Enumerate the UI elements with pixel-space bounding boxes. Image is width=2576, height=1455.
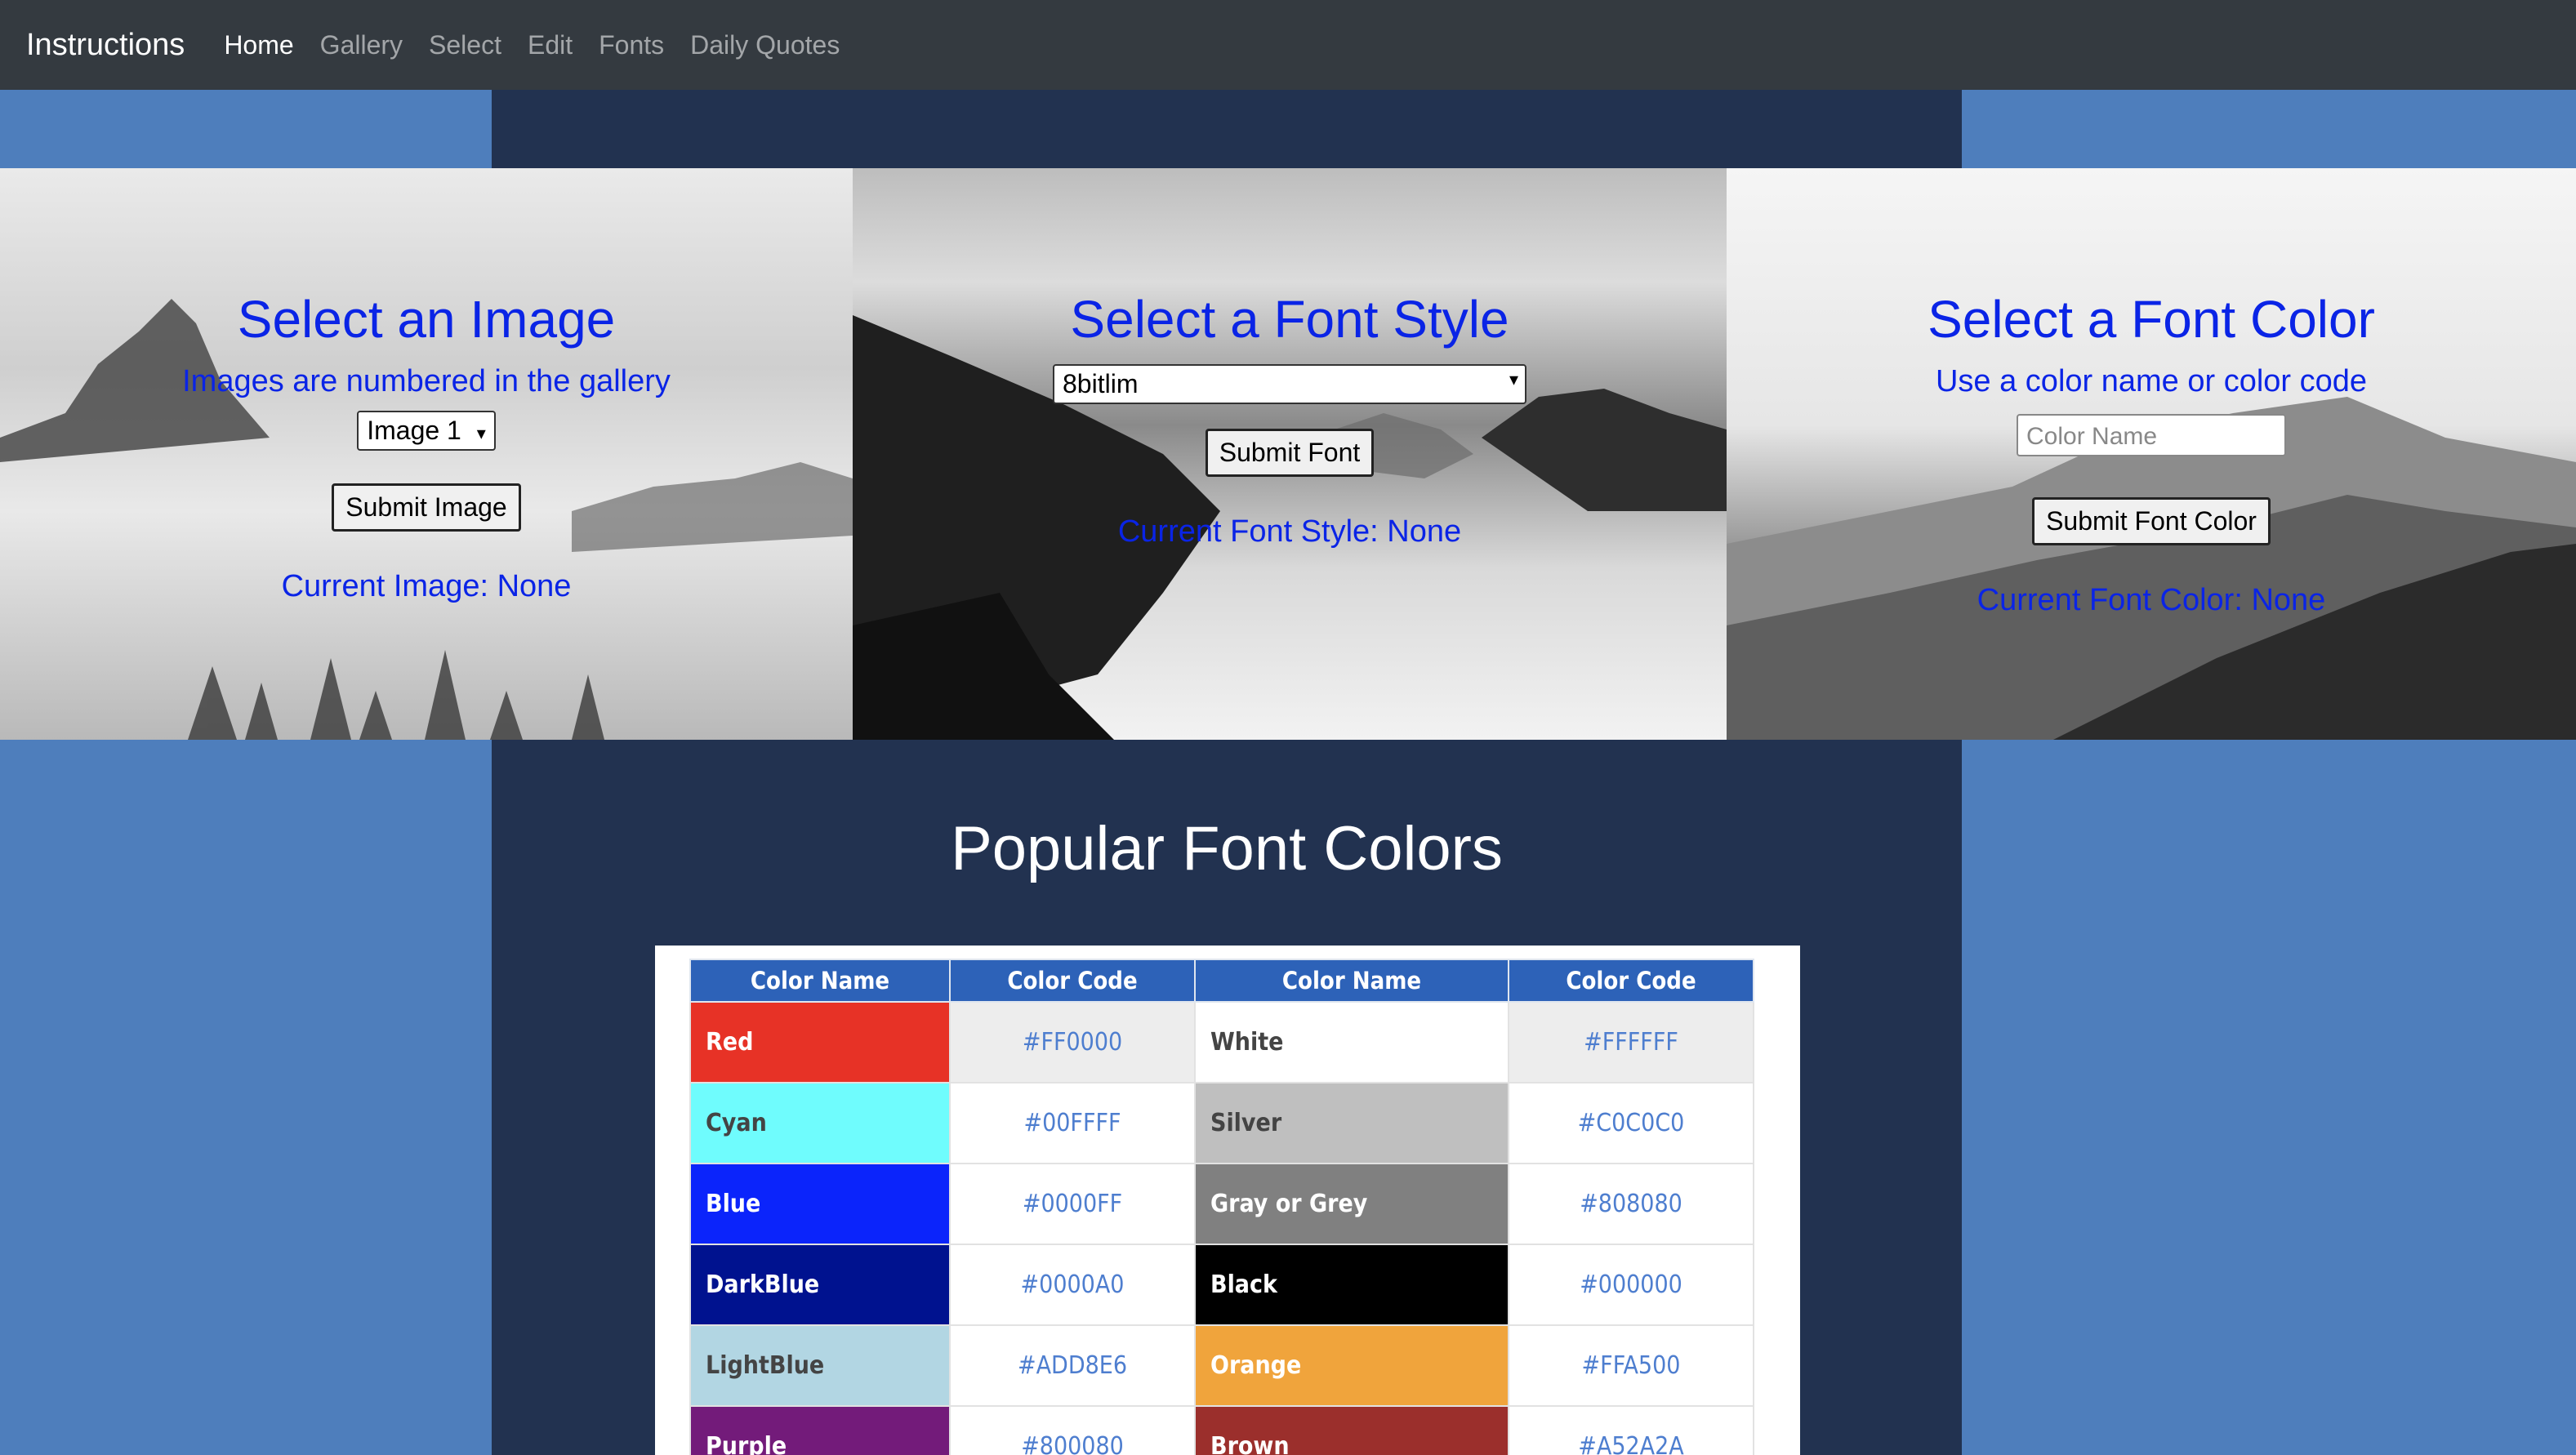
submit-image-button[interactable]: Submit Image (332, 483, 521, 532)
font-select-value: 8bitlim (1063, 369, 1139, 398)
submit-font-color-button[interactable]: Submit Font Color (2032, 497, 2271, 545)
current-font-color-label: Current Font Color: None (1977, 583, 2326, 617)
color-name-cell: Gray or Grey (1194, 1163, 1509, 1245)
color-code-cell: #000000 (1508, 1244, 1754, 1326)
color-panel: Select a Font Color Use a color name or … (1727, 168, 2576, 740)
color-name-cell: Blue (689, 1163, 951, 1245)
header-color-code: Color Code (949, 959, 1196, 1003)
color-code-cell: #FFA500 (1508, 1324, 1754, 1407)
header-color-name: Color Name (689, 959, 951, 1003)
nav-home[interactable]: Home (224, 30, 293, 60)
font-panel-title: Select a Font Style (1070, 290, 1509, 349)
table-row: Red #FF0000 White #FFFFFF (689, 1001, 1754, 1083)
nav-fonts[interactable]: Fonts (599, 30, 664, 60)
color-code-cell: #A52A2A (1508, 1405, 1754, 1455)
nav-daily-quotes[interactable]: Daily Quotes (690, 30, 840, 60)
font-style-select[interactable]: 8bitlim ▾ (1053, 364, 1526, 404)
table-row: LightBlue #ADD8E6 Orange #FFA500 (689, 1324, 1754, 1407)
color-name-cell: DarkBlue (689, 1244, 951, 1326)
current-image-label: Current Image: None (281, 569, 572, 603)
nav-edit[interactable]: Edit (528, 30, 573, 60)
color-code-cell: #808080 (1508, 1163, 1754, 1245)
color-name-cell: LightBlue (689, 1324, 951, 1407)
color-name-cell: Black (1194, 1244, 1509, 1326)
chevron-down-icon: ▾ (1509, 369, 1518, 389)
color-name-cell: Silver (1194, 1082, 1509, 1164)
table-row: Cyan #00FFFF Silver #C0C0C0 (689, 1082, 1754, 1164)
header-color-name: Color Name (1194, 959, 1509, 1003)
color-code-cell: #0000FF (949, 1163, 1196, 1245)
color-code-cell: #FFFFFF (1508, 1001, 1754, 1083)
table-row: DarkBlue #0000A0 Black #000000 (689, 1244, 1754, 1326)
color-code-cell: #ADD8E6 (949, 1324, 1196, 1407)
selection-panels: Select an Image Images are numbered in t… (0, 168, 2576, 740)
nav-select[interactable]: Select (429, 30, 501, 60)
image-panel: Select an Image Images are numbered in t… (0, 168, 853, 740)
color-code-cell: #FF0000 (949, 1001, 1196, 1083)
color-panel-subtitle: Use a color name or color code (1935, 364, 2368, 398)
submit-font-button[interactable]: Submit Font (1205, 429, 1375, 477)
color-code-cell: #0000A0 (949, 1244, 1196, 1326)
table-row: Purple #800080 Brown #A52A2A (689, 1405, 1754, 1455)
table-header-row: Color Name Color Code Color Name Color C… (689, 959, 1754, 1003)
color-code-cell: #00FFFF (949, 1082, 1196, 1164)
color-name-cell: Cyan (689, 1082, 951, 1164)
color-code-cell: #800080 (949, 1405, 1196, 1455)
popular-font-colors-heading: Popular Font Colors (951, 814, 1503, 883)
chevron-down-icon: ▾ (476, 423, 486, 443)
header-color-code: Color Code (1508, 959, 1754, 1003)
color-name-cell: White (1194, 1001, 1509, 1083)
image-select[interactable]: Image 1 ▾ (357, 411, 496, 451)
navbar: Instructions Home Gallery Select Edit Fo… (0, 0, 2576, 90)
colors-table-card: Color Name Color Code Color Name Color C… (655, 946, 1800, 1455)
table-row: Blue #0000FF Gray or Grey #808080 (689, 1163, 1754, 1245)
color-panel-title: Select a Font Color (1928, 290, 2375, 349)
image-panel-title: Select an Image (237, 290, 616, 349)
font-panel: Select a Font Style 8bitlim ▾ Submit Fon… (853, 168, 1727, 740)
color-name-cell: Orange (1194, 1324, 1509, 1407)
color-code-cell: #C0C0C0 (1508, 1082, 1754, 1164)
image-panel-subtitle: Images are numbered in the gallery (182, 364, 671, 398)
image-select-value: Image 1 (367, 416, 461, 445)
color-name-cell: Brown (1194, 1405, 1509, 1455)
color-name-cell: Red (689, 1001, 951, 1083)
colors-table: Color Name Color Code Color Name Color C… (689, 959, 1754, 1455)
current-font-style-label: Current Font Style: None (1117, 514, 1462, 549)
color-name-input[interactable]: Color Name (2017, 414, 2286, 456)
color-name-cell: Purple (689, 1405, 951, 1455)
nav-gallery[interactable]: Gallery (320, 30, 403, 60)
brand-link[interactable]: Instructions (26, 28, 185, 63)
